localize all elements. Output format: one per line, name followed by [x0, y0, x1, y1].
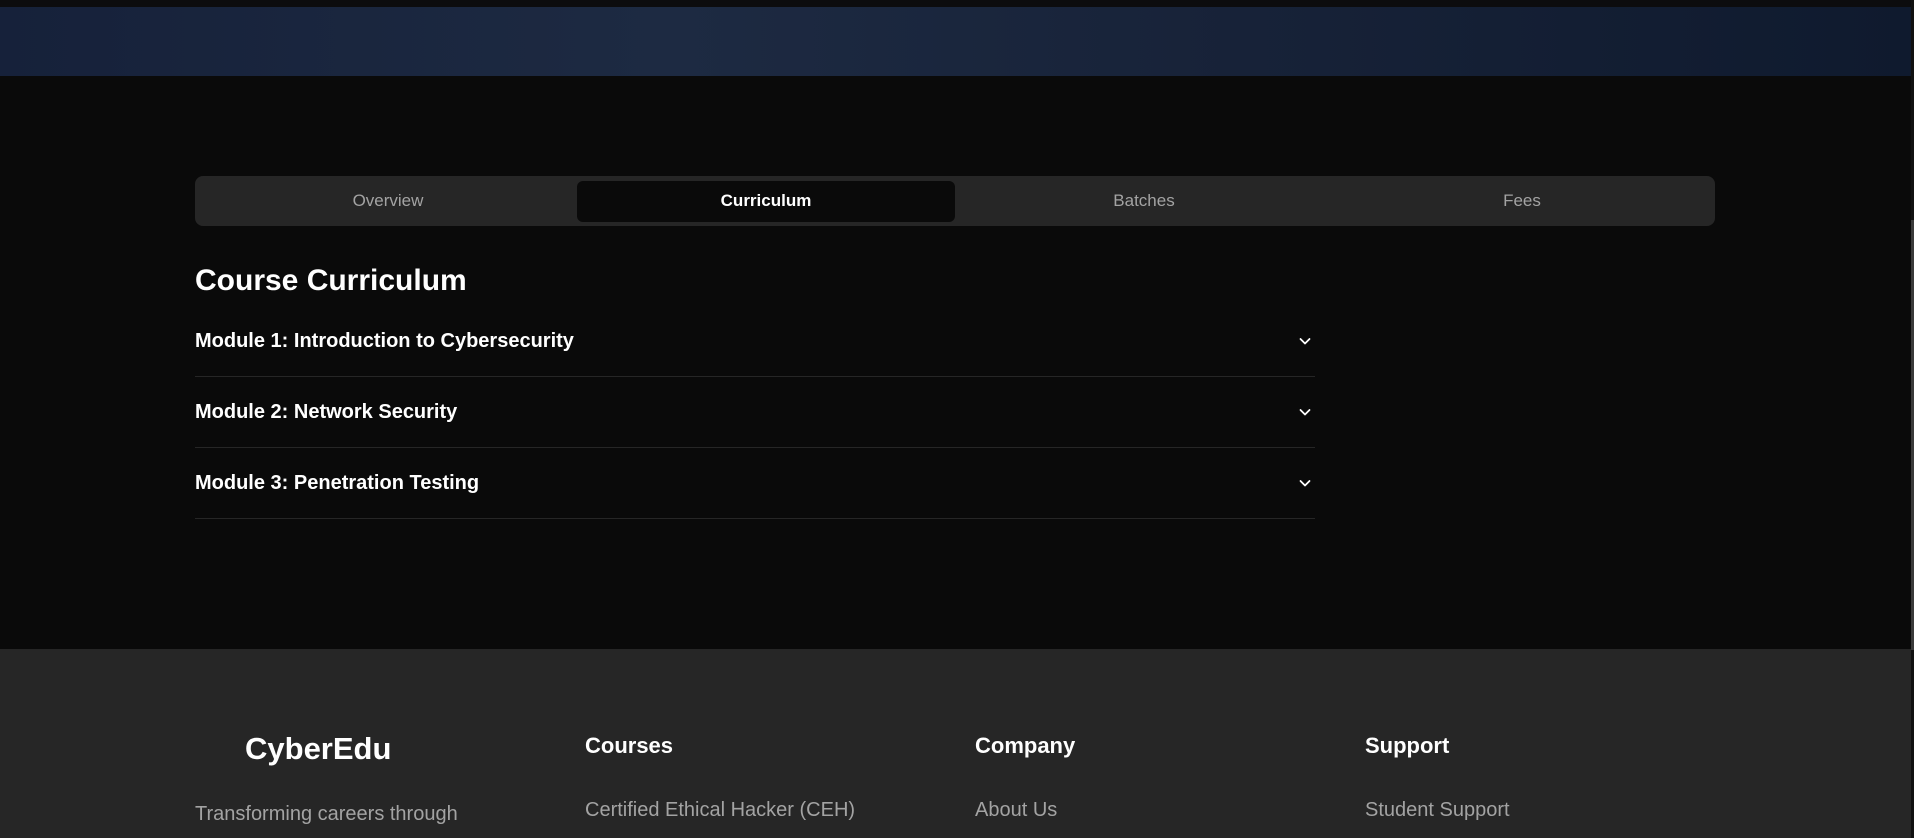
tab-fees[interactable]: Fees	[1333, 181, 1711, 222]
module-3-accordion-item[interactable]: Module 3: Penetration Testing	[195, 448, 1315, 519]
chevron-down-icon	[1297, 333, 1313, 349]
module-title: Module 2: Network Security	[195, 400, 458, 423]
module-title: Module 1: Introduction to Cybersecurity	[195, 329, 574, 352]
footer-link-ceh[interactable]: Certified Ethical Hacker (CEH)	[585, 799, 855, 822]
module-1-accordion-item[interactable]: Module 1: Introduction to Cybersecurity	[195, 306, 1315, 377]
top-strip	[0, 0, 1914, 7]
footer-link-student-support[interactable]: Student Support	[1365, 799, 1510, 822]
tab-overview[interactable]: Overview	[199, 181, 577, 222]
tab-batches[interactable]: Batches	[955, 181, 1333, 222]
page: Overview Curriculum Batches Fees Course …	[0, 0, 1914, 838]
curriculum-accordion: Module 1: Introduction to Cybersecurity …	[195, 306, 1315, 519]
footer-heading: Support	[1365, 733, 1450, 758]
footer-link-about-us[interactable]: About Us	[975, 799, 1057, 822]
site-footer: CyberEdu Transforming careers through Co…	[0, 649, 1914, 838]
chevron-down-icon	[1297, 475, 1313, 491]
hero-banner	[0, 7, 1914, 76]
course-details-section: Overview Curriculum Batches Fees Course …	[0, 76, 1914, 649]
footer-heading: Company	[975, 733, 1076, 758]
footer-brand-logo[interactable]: CyberEdu	[245, 731, 391, 767]
footer-heading: Courses	[585, 733, 674, 758]
chevron-down-icon	[1297, 404, 1313, 420]
footer-column-courses: Courses Certified Ethical Hacker (CEH)	[585, 733, 855, 821]
tab-curriculum[interactable]: Curriculum	[577, 180, 955, 222]
tab-bar: Overview Curriculum Batches Fees	[195, 176, 1715, 226]
section-title: Course Curriculum	[195, 264, 467, 297]
footer-tagline: Transforming careers through	[195, 803, 458, 825]
module-title: Module 3: Penetration Testing	[195, 471, 480, 494]
module-2-accordion-item[interactable]: Module 2: Network Security	[195, 377, 1315, 448]
footer-column-company: Company About Us	[975, 733, 1076, 821]
footer-column-support: Support Student Support	[1365, 733, 1510, 821]
